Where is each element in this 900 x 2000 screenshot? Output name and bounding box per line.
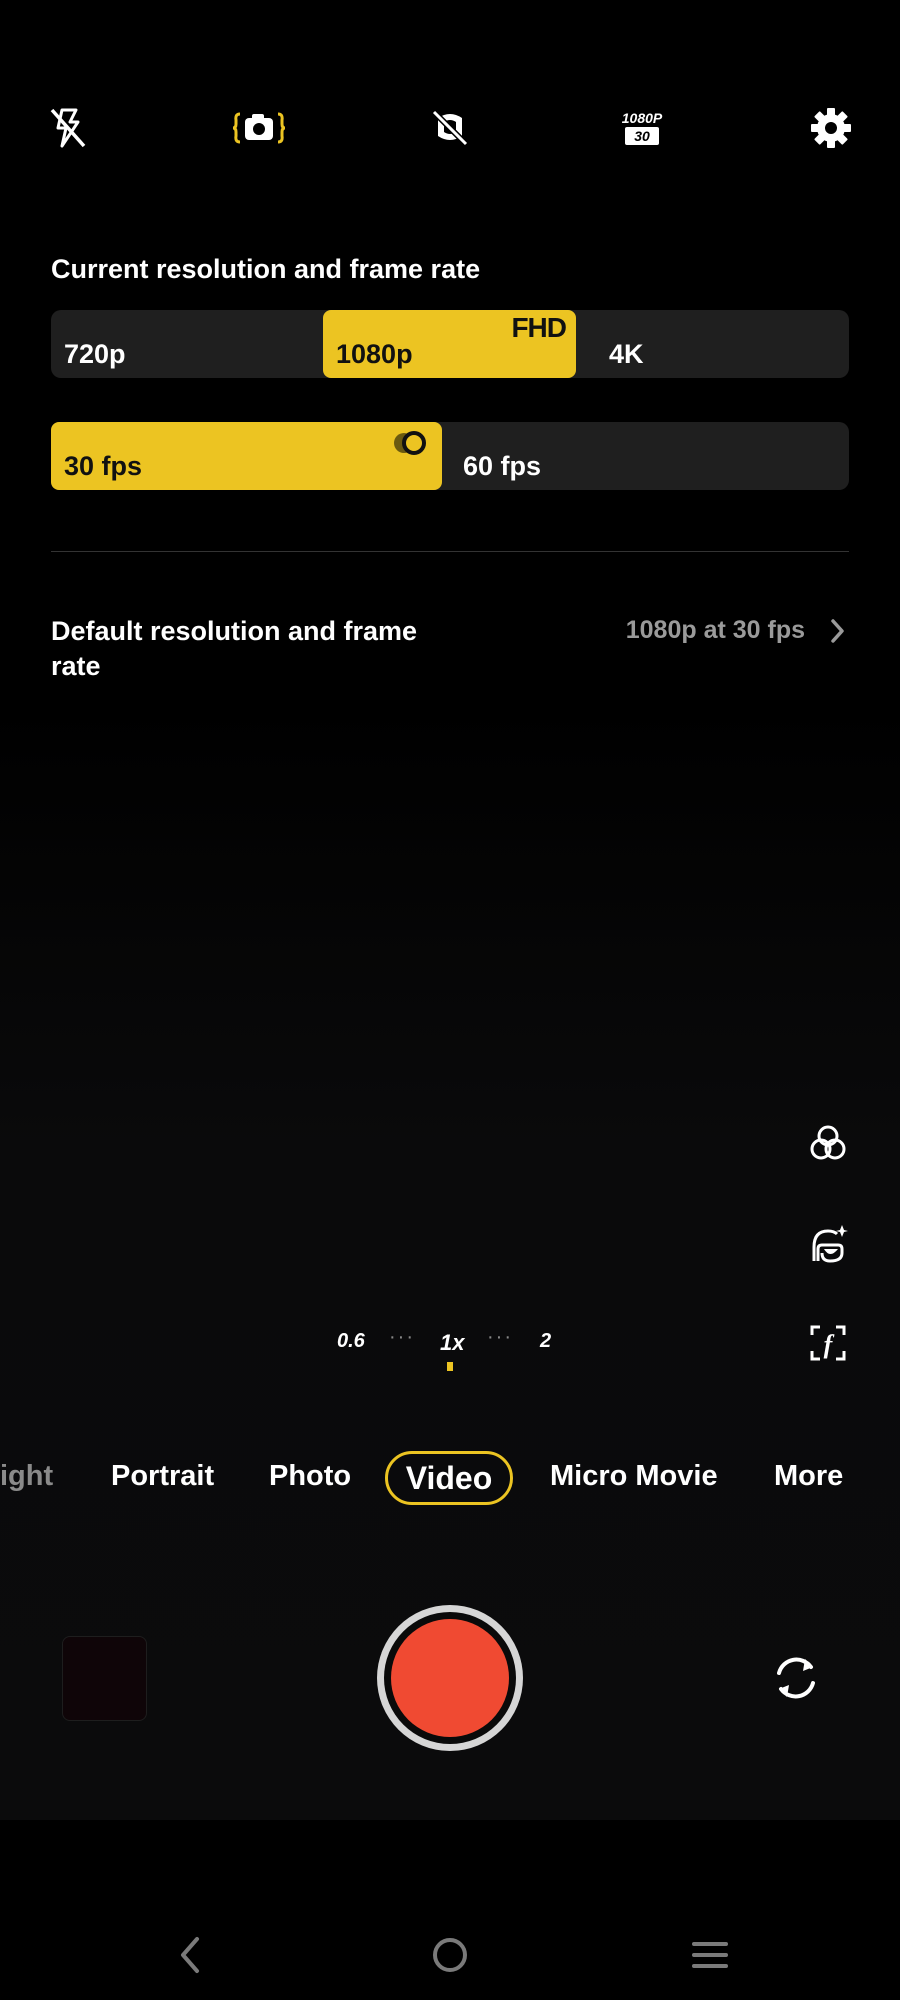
frame-rate-selector: 30 fps 60 fps xyxy=(51,422,849,490)
svg-text:f: f xyxy=(824,1330,835,1359)
record-button-core xyxy=(391,1619,509,1737)
record-button[interactable] xyxy=(377,1605,523,1751)
frame-rate-label: 60 fps xyxy=(463,451,542,481)
zoom-level-0-6[interactable]: 0.6 xyxy=(337,1330,365,1353)
mode-micro-movie[interactable]: Micro Movie xyxy=(550,1460,718,1493)
zoom-level-2[interactable]: 2 xyxy=(540,1330,551,1353)
mode-night[interactable]: ight xyxy=(0,1460,53,1493)
zoom-separator: ··· xyxy=(487,1326,513,1348)
frame-rate-option-60[interactable]: 60 fps xyxy=(442,422,849,490)
framing-icon[interactable]: f xyxy=(804,1319,852,1367)
frame-rate-option-30[interactable]: 30 fps xyxy=(51,422,442,490)
dual-circle-icon xyxy=(389,429,429,457)
zoom-indicator xyxy=(447,1362,453,1371)
mode-photo[interactable]: Photo xyxy=(269,1460,351,1493)
settings-icon[interactable] xyxy=(803,100,859,156)
resolution-option-4k[interactable]: 4K xyxy=(576,310,849,378)
frame-rate-label: 30 fps xyxy=(64,451,143,481)
resolution-label: 4K xyxy=(609,339,644,369)
filters-icon[interactable] xyxy=(804,1119,852,1167)
flash-off-icon[interactable] xyxy=(40,100,96,156)
mode-portrait[interactable]: Portrait xyxy=(111,1460,214,1493)
gallery-thumbnail[interactable] xyxy=(62,1636,147,1721)
back-icon[interactable] xyxy=(160,1925,220,1985)
stabilization-off-icon[interactable] xyxy=(422,100,478,156)
switch-camera-icon[interactable] xyxy=(769,1651,823,1705)
resolution-option-720p[interactable]: 720p xyxy=(51,310,323,378)
resolution-selector: 720p 1080p FHD 4K xyxy=(51,310,849,378)
default-resolution-row[interactable]: Default resolution and frame rate xyxy=(51,614,431,684)
resolution-badge-icon[interactable]: 1080P 30 xyxy=(612,100,672,156)
divider xyxy=(51,551,849,552)
mode-more[interactable]: More xyxy=(774,1460,843,1493)
resolution-label: 1080p xyxy=(336,339,413,369)
home-icon[interactable] xyxy=(420,1925,480,1985)
zoom-level-1x[interactable]: 1x xyxy=(440,1330,464,1356)
live-photo-icon[interactable] xyxy=(231,100,287,156)
mode-video[interactable]: Video xyxy=(385,1451,513,1505)
resolution-badge-bottom: 30 xyxy=(634,128,650,144)
panel-title: Current resolution and frame rate xyxy=(51,254,481,284)
default-resolution-value: 1080p at 30 fps xyxy=(625,616,805,644)
resolution-option-1080p[interactable]: 1080p FHD xyxy=(323,310,576,378)
zoom-separator: ··· xyxy=(389,1326,415,1348)
resolution-label: 720p xyxy=(64,339,126,369)
beauty-icon[interactable] xyxy=(804,1219,852,1267)
default-resolution-label: Default resolution and frame rate xyxy=(51,616,418,681)
chevron-right-icon[interactable] xyxy=(828,616,848,646)
menu-icon[interactable] xyxy=(680,1925,740,1985)
resolution-badge-top: 1080P xyxy=(622,110,663,126)
mode-video-label: Video xyxy=(405,1459,493,1496)
fhd-badge: FHD xyxy=(511,312,567,343)
